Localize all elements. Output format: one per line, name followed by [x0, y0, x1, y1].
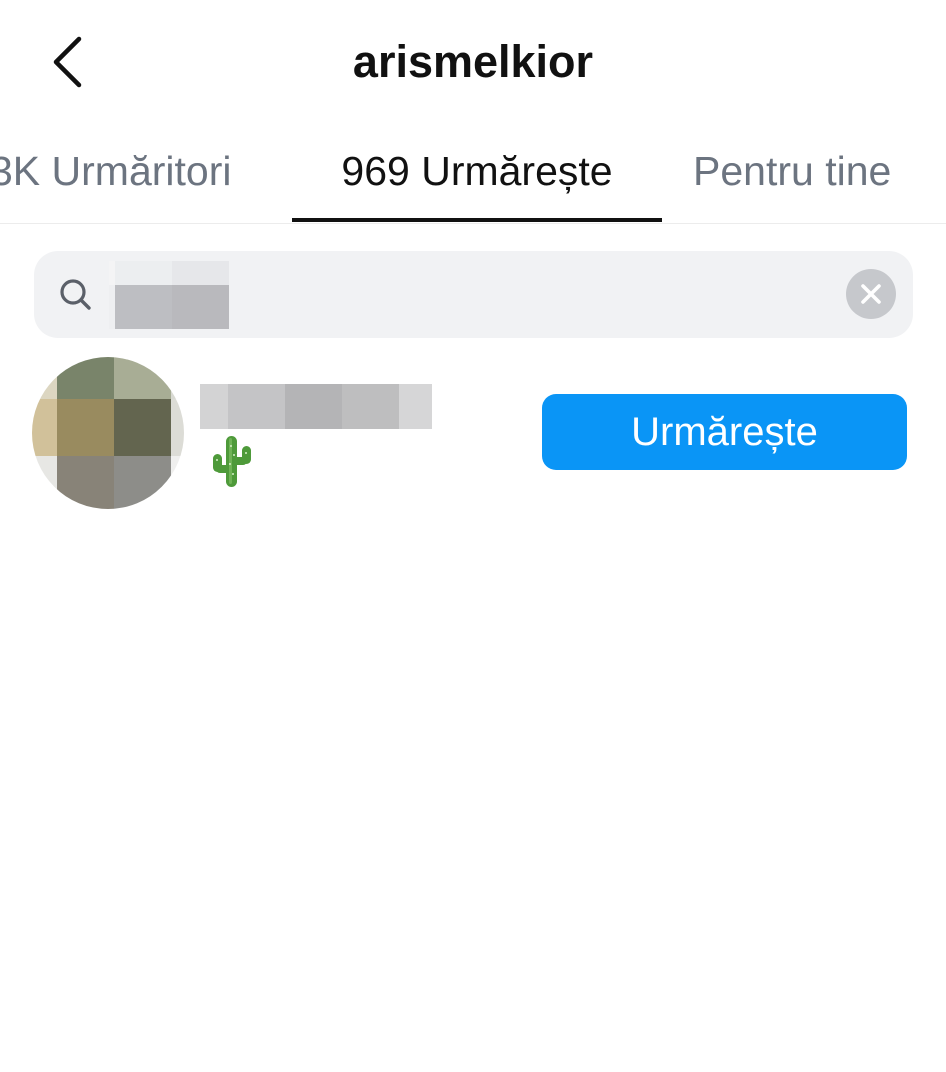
follow-button[interactable]: Urmărește [542, 394, 907, 470]
top-bar: arismelkior [0, 0, 946, 125]
tab-for-you[interactable]: Pentru tine [693, 126, 891, 223]
search-input[interactable] [34, 251, 913, 338]
list-item[interactable]: Urmărește [0, 355, 946, 511]
username-redacted[interactable] [200, 384, 432, 429]
active-tab-indicator [292, 218, 662, 222]
tab-followers[interactable]: 3K Urmăritori [0, 126, 231, 223]
cactus-icon [213, 436, 251, 487]
profile-username-title: arismelkior [352, 36, 594, 87]
follow-tabs: 3K Urmăritori 969 Urmărește Pentru tine [0, 126, 946, 224]
search-query-redacted [109, 261, 229, 329]
tab-following[interactable]: 969 Urmărește [292, 126, 662, 223]
clear-search-button[interactable] [846, 269, 896, 319]
search-icon [60, 279, 91, 310]
avatar[interactable] [32, 357, 184, 509]
close-icon [861, 284, 881, 304]
